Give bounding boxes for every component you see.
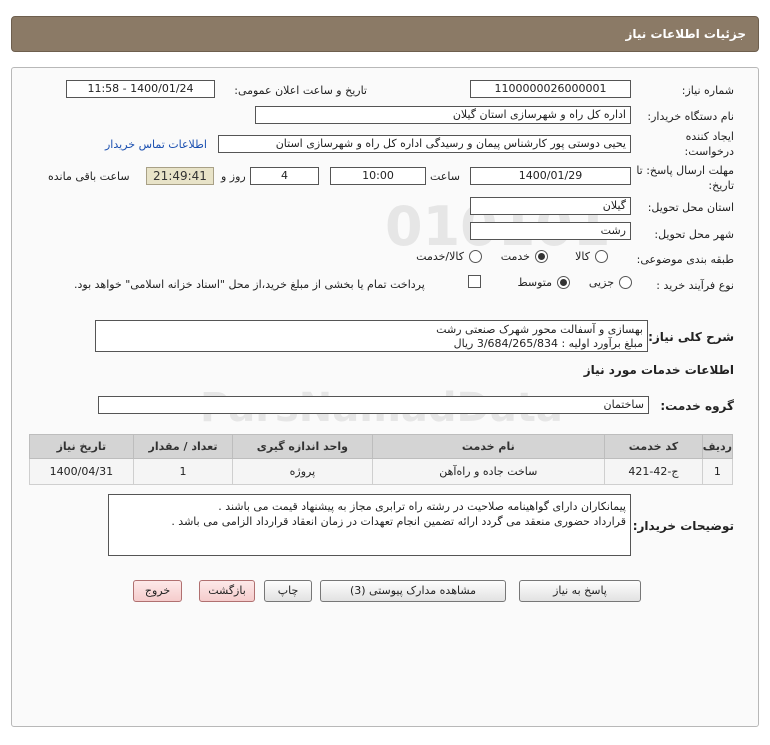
buyer-notes-box: پیمانکاران دارای گواهینامه صلاحیت در رشت… <box>108 494 631 556</box>
service-group-field: ساختمان <box>98 396 649 414</box>
city-field: رشت <box>470 222 631 240</box>
deadline-date-field: 1400/01/29 <box>470 167 631 185</box>
category-radio-goods-service[interactable] <box>469 250 482 263</box>
description-box: بهسازی و آسفالت محور شهرک صنعتی رشت مبلغ… <box>95 320 648 352</box>
cell-need-date: 1400/04/31 <box>29 458 134 485</box>
col-service-code: کد خدمت <box>604 434 703 459</box>
attachments-button[interactable]: مشاهده مدارک پیوستی (3) <box>320 580 506 602</box>
buyer-notes-line-1: پیمانکاران دارای گواهینامه صلاحیت در رشت… <box>218 500 626 513</box>
need-number-label: شماره نیاز: <box>681 84 734 97</box>
col-row-number: ردیف <box>701 434 734 459</box>
col-unit: واحد اندازه گیری <box>232 434 373 459</box>
buyer-notes-line-2: قرارداد حضوری منعقد می گردد ارائه تضمین … <box>171 515 626 528</box>
back-button[interactable]: بازگشت <box>199 580 255 602</box>
table-row: 1 ج-42-421 ساخت جاده و راه‌آهن پروژه 1 1… <box>29 458 734 485</box>
requester-label: ایجاد کننده درخواست: <box>684 130 734 158</box>
page-title: جزئیات اطلاعات نیاز <box>625 27 746 41</box>
description-line-2: مبلغ برآورد اولیه : 3/684/265/834 ریال <box>453 337 643 350</box>
services-table: ردیف کد خدمت نام خدمت واحد اندازه گیری ت… <box>29 434 734 485</box>
need-number-field: 1100000026000001 <box>470 80 631 98</box>
process-label: نوع فرآیند خرید : <box>656 279 734 292</box>
page-header: جزئیات اطلاعات نیاز <box>11 16 759 52</box>
deadline-label: مهلت ارسال پاسخ: تا تاریخ: <box>636 164 734 192</box>
description-line-1: بهسازی و آسفالت محور شهرک صنعتی رشت <box>436 323 643 336</box>
category-radio-service[interactable] <box>535 250 548 263</box>
category-option-service[interactable]: خدمت <box>501 250 548 263</box>
description-label: شرح کلی نیاز: <box>648 330 734 344</box>
deadline-time-label: ساعت <box>430 170 460 183</box>
col-quantity: تعداد / مقدار <box>132 434 234 459</box>
print-button[interactable]: چاپ <box>264 580 312 602</box>
city-label: شهر محل تحویل: <box>654 228 734 241</box>
cell-row-number: 1 <box>701 458 734 485</box>
announce-datetime-label: تاریخ و ساعت اعلان عمومی: <box>234 84 367 97</box>
announce-datetime-field: 1400/01/24 - 11:58 <box>66 80 215 98</box>
province-field: گیلان <box>470 197 631 215</box>
services-table-header: ردیف کد خدمت نام خدمت واحد اندازه گیری ت… <box>29 434 734 459</box>
col-service-name: نام خدمت <box>371 434 606 459</box>
category-label: طبقه بندی موضوعی: <box>636 253 734 266</box>
days-label: روز و <box>221 170 246 183</box>
buyer-org-field: اداره کل راه و شهرسازی استان گیلان <box>255 106 631 124</box>
category-radio-goods[interactable] <box>595 250 608 263</box>
remaining-time-display: 21:49:41 <box>146 167 214 185</box>
cell-service-name: ساخت جاده و راه‌آهن <box>371 458 606 485</box>
category-option-goods-service[interactable]: کالا/خدمت <box>416 250 482 263</box>
exit-button[interactable]: خروج <box>133 580 182 602</box>
deadline-time-field: 10:00 <box>330 167 426 185</box>
services-section-title: اطلاعات خدمات مورد نیاز <box>583 363 734 377</box>
province-label: استان محل تحویل: <box>647 201 734 214</box>
treasury-payment-checkbox[interactable] <box>468 275 481 288</box>
treasury-payment-note: پرداخت تمام یا بخشی از مبلغ خرید،از محل … <box>74 278 425 291</box>
buyer-contact-link[interactable]: اطلاعات تماس خریدار <box>105 138 207 151</box>
category-option-goods[interactable]: کالا <box>575 250 608 263</box>
service-group-label: گروه خدمت: <box>660 399 734 413</box>
reply-button[interactable]: پاسخ به نیاز <box>519 580 641 602</box>
cell-service-code: ج-42-421 <box>604 458 703 485</box>
cell-quantity: 1 <box>132 458 234 485</box>
buyer-org-label: نام دستگاه خریدار: <box>647 110 734 123</box>
remaining-time-label: ساعت باقی مانده <box>48 170 130 183</box>
requester-field: یحیی دوستی پور کارشناس پیمان و رسیدگی اد… <box>218 135 631 153</box>
days-remaining-field: 4 <box>250 167 319 185</box>
process-radio-medium[interactable] <box>557 276 570 289</box>
process-option-medium[interactable]: متوسط <box>517 276 570 289</box>
col-need-date: تاریخ نیاز <box>29 434 134 459</box>
process-radio-minor[interactable] <box>619 276 632 289</box>
process-option-minor[interactable]: جزیی <box>589 276 632 289</box>
cell-unit: پروژه <box>232 458 373 485</box>
buyer-notes-label: توضیحات خریدار: <box>632 519 734 533</box>
